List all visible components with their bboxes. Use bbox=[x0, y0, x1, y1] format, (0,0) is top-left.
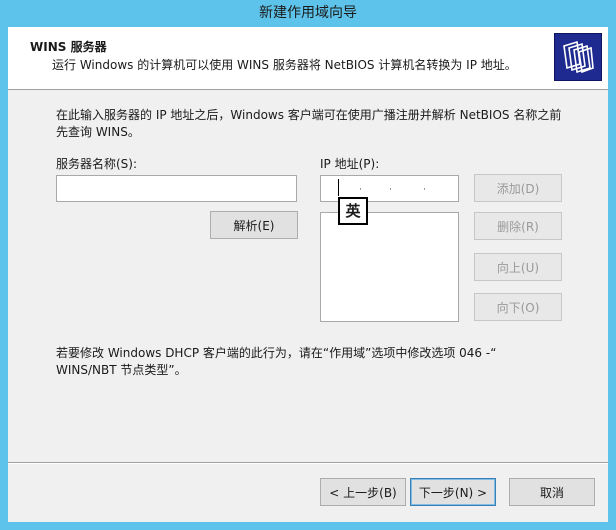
description-line-2: 先查询 WINS。 bbox=[56, 125, 140, 139]
wizard-window: 新建作用域向导 WINS 服务器 运行 Windows 的计算机可以使用 WIN… bbox=[0, 0, 616, 530]
text-cursor bbox=[338, 179, 339, 196]
server-name-input[interactable] bbox=[56, 175, 297, 202]
note-line-2: WINS/NBT 节点类型”。 bbox=[56, 363, 187, 377]
add-button[interactable]: 添加(D) bbox=[474, 174, 562, 202]
back-button[interactable]: < 上一步(B) bbox=[320, 478, 406, 506]
cancel-button[interactable]: 取消 bbox=[509, 478, 595, 506]
next-button[interactable]: 下一步(N) > bbox=[410, 478, 496, 506]
ip-address-label: IP 地址(P): bbox=[320, 157, 380, 171]
dialog-client-area: WINS 服务器 运行 Windows 的计算机可以使用 WINS 服务器将 N… bbox=[8, 27, 608, 522]
ip-octet-separator: · bbox=[423, 185, 426, 195]
note-line-1: 若要修改 Windows DHCP 客户端的此行为，请在“作用域”选项中修改选项… bbox=[56, 346, 497, 360]
window-bottom-border bbox=[0, 522, 616, 530]
ime-indicator: 英 bbox=[338, 197, 368, 225]
remove-button[interactable]: 删除(R) bbox=[474, 212, 562, 240]
wizard-header: WINS 服务器 运行 Windows 的计算机可以使用 WINS 服务器将 N… bbox=[8, 27, 608, 90]
header-subtitle: 运行 Windows 的计算机可以使用 WINS 服务器将 NetBIOS 计算… bbox=[52, 58, 517, 72]
move-down-button[interactable]: 向下(O) bbox=[474, 293, 562, 321]
description-line-1: 在此输入服务器的 IP 地址之后，Windows 客户端可在使用广播注册并解析 … bbox=[56, 108, 562, 122]
resolve-button[interactable]: 解析(E) bbox=[210, 211, 298, 239]
folder-stack-icon bbox=[554, 33, 602, 81]
ip-octet-separator: · bbox=[359, 185, 362, 195]
window-title: 新建作用域向导 bbox=[259, 5, 357, 21]
ip-octet-separator: · bbox=[389, 185, 392, 195]
footer-separator bbox=[8, 462, 608, 464]
server-name-label: 服务器名称(S): bbox=[56, 157, 138, 171]
wins-server-list[interactable] bbox=[320, 212, 459, 322]
move-up-button[interactable]: 向上(U) bbox=[474, 253, 562, 281]
note-text: 若要修改 Windows DHCP 客户端的此行为，请在“作用域”选项中修改选项… bbox=[56, 345, 576, 379]
header-title: WINS 服务器 bbox=[30, 40, 107, 54]
description-text: 在此输入服务器的 IP 地址之后，Windows 客户端可在使用广播注册并解析 … bbox=[56, 107, 576, 141]
